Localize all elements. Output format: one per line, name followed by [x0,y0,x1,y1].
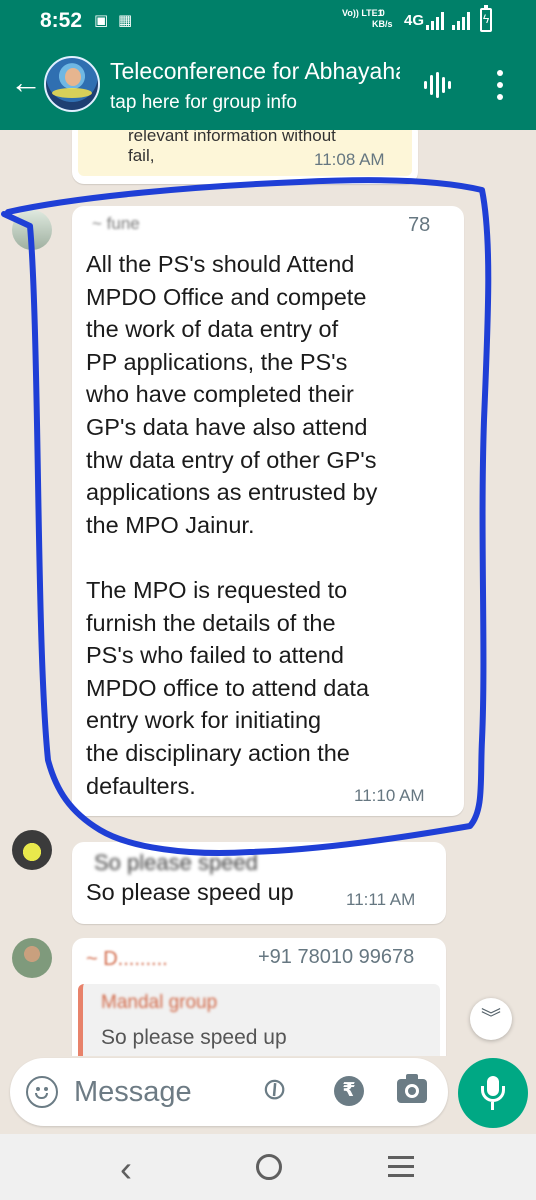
system-nav-bar: ‹ [0,1134,536,1200]
nav-home-icon[interactable] [256,1154,282,1180]
camera-icon[interactable] [397,1074,427,1103]
attach-icon[interactable]: ⊘ [254,1068,296,1111]
nav-back-icon[interactable]: ‹ [120,1148,132,1190]
emoji-icon[interactable] [26,1076,58,1108]
payment-icon[interactable]: ₹ [334,1076,364,1106]
message-input-bar[interactable]: Message ⊘ ₹ [10,1058,448,1126]
hand-drawn-annotation [1,177,492,857]
nav-recents-icon[interactable] [388,1156,414,1178]
message-input[interactable]: Message [74,1076,192,1109]
mic-button[interactable] [458,1058,528,1128]
